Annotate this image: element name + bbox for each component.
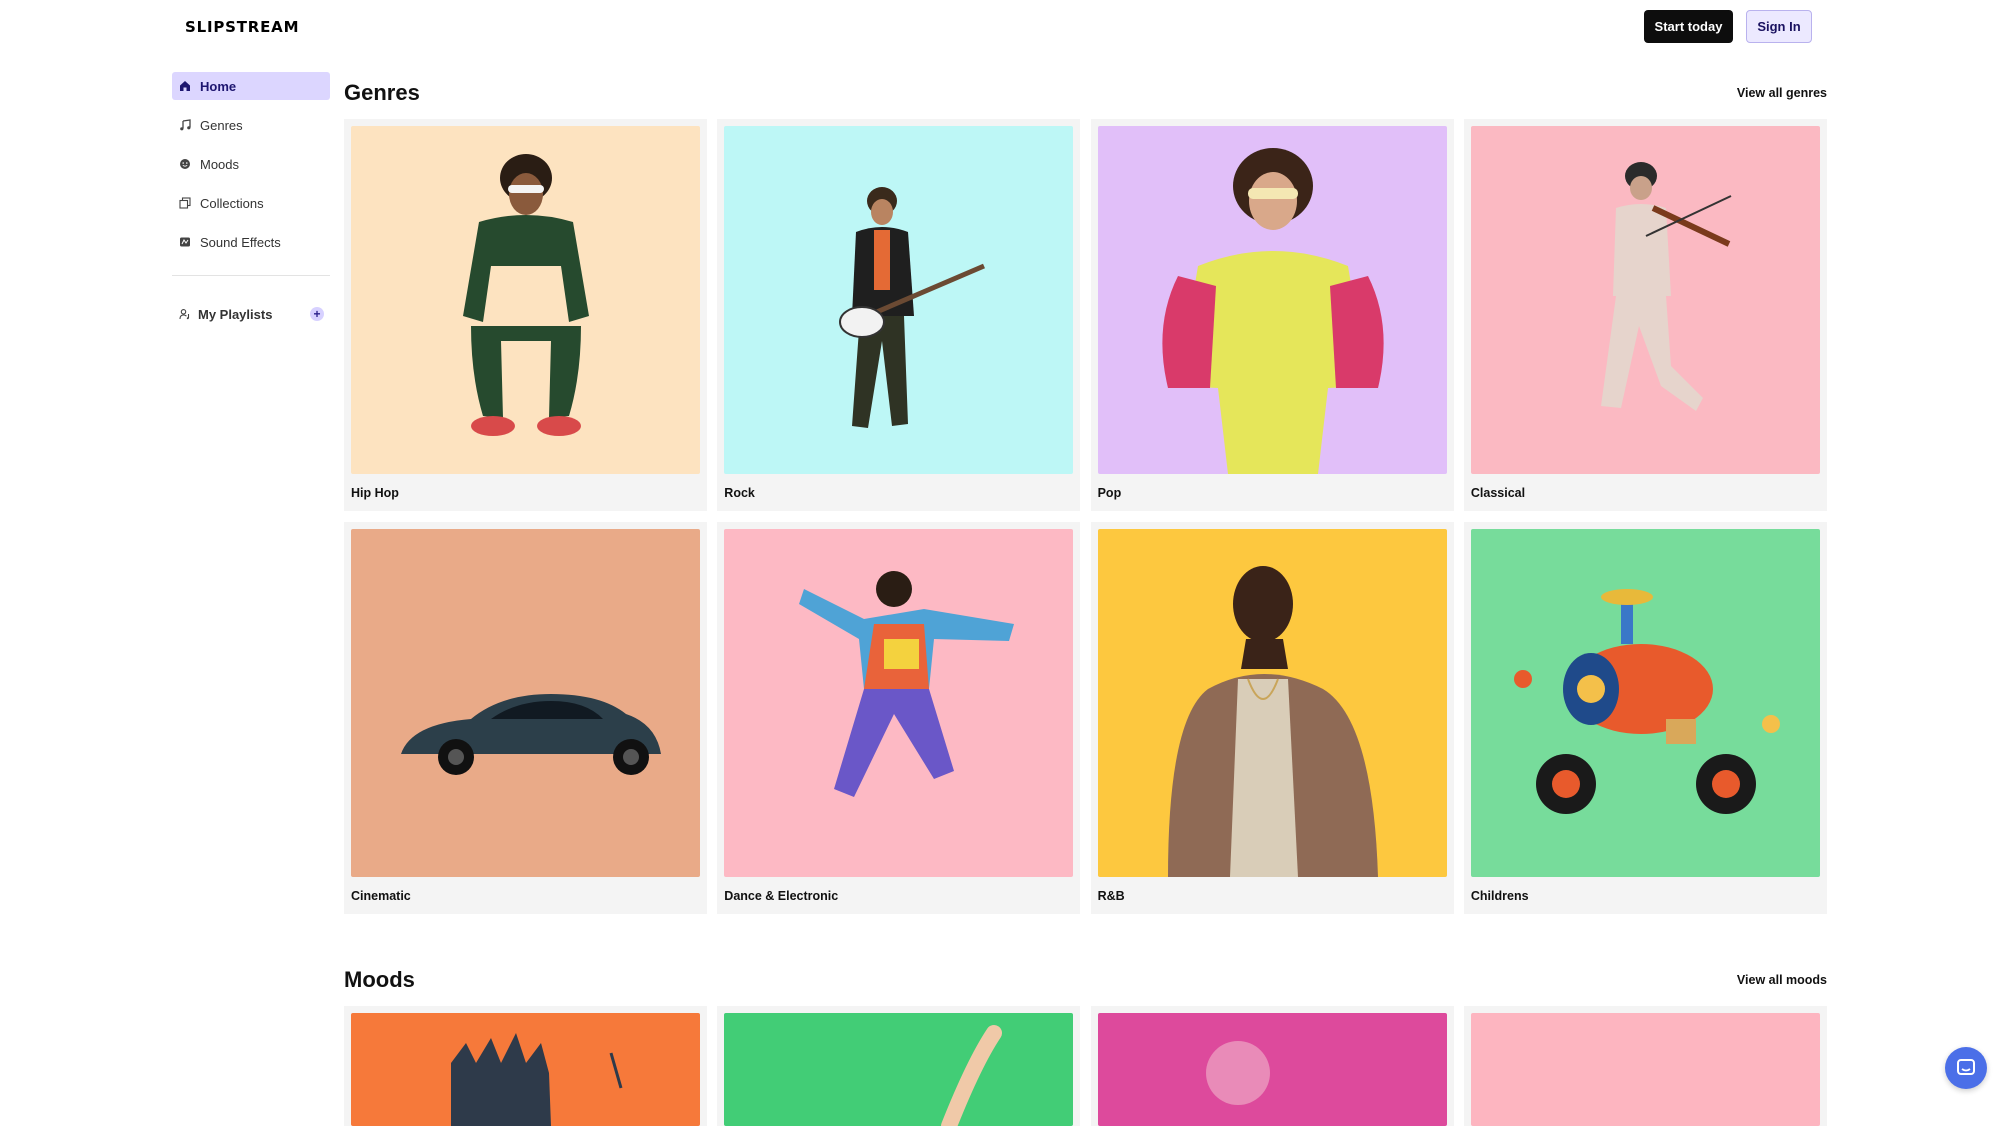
sidebar-item-label: Moods bbox=[200, 156, 240, 172]
genre-image bbox=[351, 529, 700, 877]
genre-label: Dance & Electronic bbox=[724, 889, 839, 903]
genre-image bbox=[724, 529, 1074, 877]
genre-image bbox=[1470, 126, 1820, 474]
mood-card[interactable] bbox=[717, 1006, 1081, 1126]
mood-image bbox=[724, 1013, 1074, 1126]
sidebar-item-label: Genres bbox=[200, 117, 243, 133]
genre-image bbox=[1097, 529, 1447, 877]
sidebar-divider bbox=[172, 275, 330, 276]
start-today-button[interactable]: Start today bbox=[1644, 10, 1733, 43]
genre-card-rock[interactable]: Rock bbox=[717, 119, 1081, 511]
mood-card[interactable] bbox=[1463, 1006, 1827, 1126]
my-playlists[interactable]: My Playlists + bbox=[172, 302, 330, 326]
genre-image bbox=[351, 126, 700, 474]
genre-card-dance-electronic[interactable]: Dance & Electronic bbox=[717, 522, 1081, 914]
sidebar-item-genres[interactable]: Genres bbox=[172, 111, 330, 139]
collections-icon bbox=[179, 197, 191, 209]
plus-icon[interactable]: + bbox=[310, 307, 324, 321]
sidebar-item-label: Home bbox=[200, 78, 237, 94]
mood-card[interactable] bbox=[344, 1006, 707, 1126]
chat-icon[interactable] bbox=[1945, 1047, 1987, 1089]
genre-card-hip-hop[interactable]: Hip Hop bbox=[344, 119, 707, 511]
sidebar-item-sound-effects[interactable]: Sound Effects bbox=[172, 228, 330, 256]
sfx-icon bbox=[179, 236, 191, 248]
my-playlists-label: My Playlists bbox=[198, 306, 273, 322]
sidebar-item-home[interactable]: Home bbox=[172, 72, 330, 100]
user-music-icon bbox=[179, 308, 191, 320]
mood-image bbox=[351, 1013, 700, 1126]
genre-label: Childrens bbox=[1470, 889, 1529, 903]
mood-image bbox=[1097, 1013, 1447, 1126]
genre-card-rnb[interactable]: R&B bbox=[1090, 522, 1454, 914]
genre-card-classical[interactable]: Classical bbox=[1463, 119, 1827, 511]
view-all-moods-link[interactable]: View all moods bbox=[1737, 973, 1827, 987]
genre-card-pop[interactable]: Pop bbox=[1090, 119, 1454, 511]
sign-in-button[interactable]: Sign In bbox=[1746, 10, 1812, 43]
view-all-genres-link[interactable]: View all genres bbox=[1737, 86, 1827, 100]
genre-image bbox=[1470, 529, 1820, 877]
sidebar-item-collections[interactable]: Collections bbox=[172, 189, 330, 217]
genre-label: Hip Hop bbox=[351, 486, 399, 500]
sidebar-item-moods[interactable]: Moods bbox=[172, 150, 330, 178]
genre-card-childrens[interactable]: Childrens bbox=[1463, 522, 1827, 914]
genres-title: Genres bbox=[344, 80, 420, 105]
moods-grid bbox=[344, 1006, 1827, 1126]
home-icon bbox=[179, 80, 191, 92]
genre-label: Rock bbox=[724, 486, 755, 500]
genre-card-cinematic[interactable]: Cinematic bbox=[344, 522, 707, 914]
moods-title: Moods bbox=[344, 967, 415, 992]
genre-image bbox=[1097, 126, 1447, 474]
genres-grid: Hip Hop Rock Pop Classical Cinematic Dan… bbox=[344, 119, 1827, 914]
sidebar: Home Genres Moods Collections Sound Effe… bbox=[172, 72, 330, 326]
genre-label: Pop bbox=[1097, 486, 1122, 500]
genre-label: R&B bbox=[1097, 889, 1125, 903]
genre-label: Classical bbox=[1470, 486, 1526, 500]
genre-image bbox=[724, 126, 1074, 474]
sidebar-item-label: Collections bbox=[200, 195, 264, 211]
mood-image bbox=[1470, 1013, 1820, 1126]
mood-card[interactable] bbox=[1090, 1006, 1454, 1126]
top-header: SLIPSTREAM Start today Sign In bbox=[0, 0, 2000, 53]
sidebar-item-label: Sound Effects bbox=[200, 234, 281, 250]
genre-label: Cinematic bbox=[351, 889, 411, 903]
music-note-icon bbox=[179, 119, 191, 131]
smiley-icon bbox=[179, 158, 191, 170]
logo[interactable]: SLIPSTREAM bbox=[185, 18, 299, 36]
